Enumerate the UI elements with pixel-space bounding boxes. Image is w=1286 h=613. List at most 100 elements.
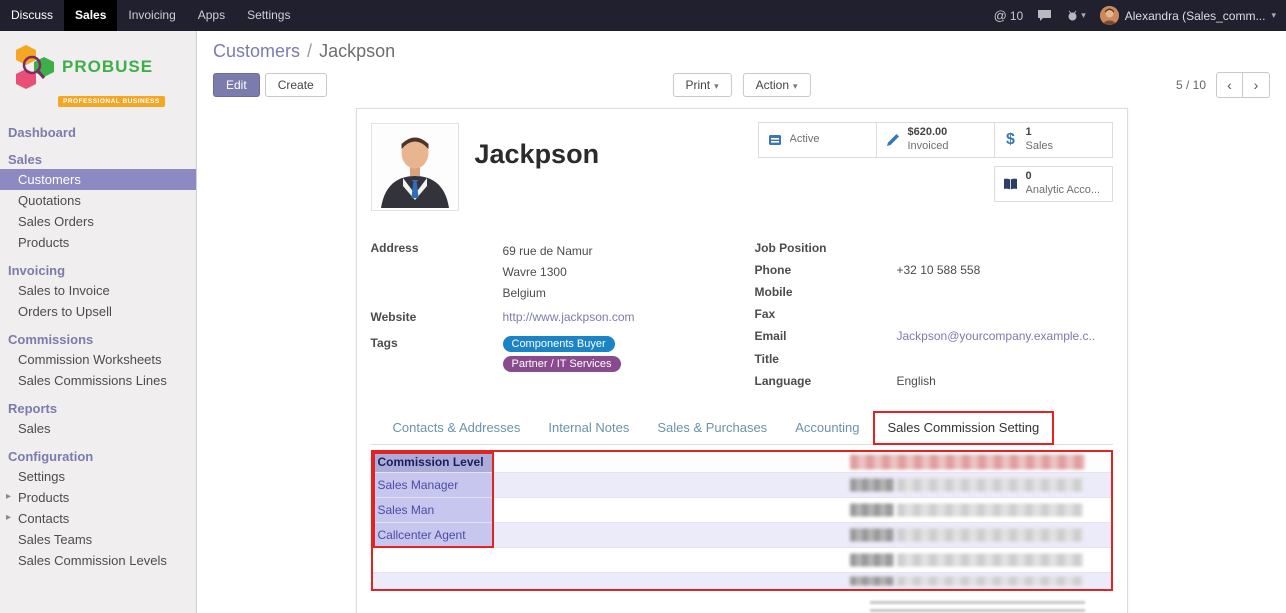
menu-discuss[interactable]: Discuss	[0, 0, 64, 31]
mobile-label: Mobile	[755, 285, 897, 302]
mentions-counter[interactable]: @ 10	[994, 8, 1024, 23]
email-link[interactable]: Jackpson@yourcompany.example.c..	[897, 329, 1096, 343]
pager-previous-button[interactable]: ‹	[1216, 72, 1243, 98]
breadcrumb-customers-link[interactable]: Customers	[213, 41, 300, 61]
sidebar-section-sales[interactable]: Sales	[0, 149, 196, 169]
breadcrumb-current: Jackpson	[319, 41, 395, 61]
sidebar-item-sales-to-invoice[interactable]: Sales to Invoice	[0, 280, 196, 301]
sidebar-item-label: Products	[18, 490, 69, 505]
stat-button-invoiced[interactable]: $620.00 Invoiced	[876, 122, 995, 158]
sidebar-item-config-contacts[interactable]: ▸Contacts	[0, 508, 196, 529]
tag-partner-it-services[interactable]: Partner / IT Services	[503, 356, 621, 372]
fax-label: Fax	[755, 307, 897, 324]
main-content: Customers / Jackpson Edit Create Print▾ …	[197, 31, 1286, 613]
menu-sales[interactable]: Sales	[64, 0, 117, 31]
language-value[interactable]: English	[897, 374, 936, 391]
tab-sales-commission-setting[interactable]: Sales Commission Setting	[874, 412, 1054, 444]
company-logo[interactable]: PROBUSE PROFESSIONAL BUSINESS	[0, 31, 196, 115]
tab-contacts-addresses[interactable]: Contacts & Addresses	[379, 412, 535, 444]
redacted-cell	[850, 504, 894, 517]
stat-button-active[interactable]: Active	[758, 122, 877, 158]
redacted-cell	[897, 577, 1083, 586]
control-panel-buttons: Edit Create Print▾ Action▾ 5 / 10 ‹›	[213, 71, 1270, 98]
stat-label: Invoiced	[908, 140, 949, 154]
cell-empty	[373, 548, 492, 572]
control-panel: Customers / Jackpson Edit Create Print▾ …	[197, 31, 1286, 102]
messages-icon[interactable]	[1037, 9, 1052, 22]
table-empty-row[interactable]	[373, 548, 1111, 573]
sidebar-item-reports-sales[interactable]: Sales	[0, 418, 196, 439]
table-row-callcenter-agent[interactable]: Callcenter Agent	[373, 523, 1111, 548]
redacted-cell	[850, 554, 894, 567]
website-label: Website	[371, 310, 503, 327]
sidebar-item-settings[interactable]: Settings	[0, 466, 196, 487]
sidebar-item-customers[interactable]: Customers	[0, 169, 196, 190]
field-fax: Fax	[755, 307, 1113, 324]
action-dropdown-button[interactable]: Action▾	[743, 73, 811, 97]
edit-button[interactable]: Edit	[213, 73, 260, 97]
language-label: Language	[755, 374, 897, 391]
menu-invoicing[interactable]: Invoicing	[117, 0, 186, 31]
sidebar-item-sales-commission-levels[interactable]: Sales Commission Levels	[0, 550, 196, 571]
top-navbar: Discuss Sales Invoicing Apps Settings @ …	[0, 0, 1286, 31]
tag-components-buyer[interactable]: Components Buyer	[503, 336, 615, 352]
stat-value: $620.00	[908, 126, 949, 140]
at-icon: @	[994, 8, 1007, 23]
pager-value: 5 / 10	[1176, 78, 1206, 92]
pager-next-button[interactable]: ›	[1243, 72, 1270, 98]
sidebar-section-reports[interactable]: Reports	[0, 398, 196, 418]
create-button[interactable]: Create	[265, 73, 327, 97]
address-label: Address	[371, 241, 503, 304]
bug-glyph-icon	[1066, 9, 1079, 22]
sidebar-item-commission-worksheets[interactable]: Commission Worksheets	[0, 349, 196, 370]
redacted-cell	[850, 577, 894, 586]
redacted-cell	[897, 504, 1083, 517]
cell-commission-level[interactable]: Sales Man	[373, 498, 492, 522]
pencil-icon	[884, 133, 902, 147]
stat-buttons: Active $620.00 Invoiced	[759, 123, 1113, 211]
print-dropdown-button[interactable]: Print▾	[672, 73, 731, 97]
caret-down-icon: ▾	[714, 81, 719, 91]
user-menu[interactable]: Alexandra (Sales_comm... ▾	[1100, 6, 1276, 25]
sidebar-item-products[interactable]: Products	[0, 232, 196, 253]
stat-button-sales[interactable]: $ 1 Sales	[994, 122, 1113, 158]
menu-apps[interactable]: Apps	[187, 0, 236, 31]
tags-value: Components Buyer Partner / IT Services	[503, 336, 625, 376]
table-row-sales-man[interactable]: Sales Man	[373, 498, 1111, 523]
caret-down-icon: ▾	[793, 81, 798, 91]
customer-photo[interactable]	[371, 123, 459, 211]
tab-sales-purchases[interactable]: Sales & Purchases	[643, 412, 781, 444]
stat-label: Active	[790, 133, 820, 147]
tab-internal-notes[interactable]: Internal Notes	[534, 412, 643, 444]
sidebar-item-sales-orders[interactable]: Sales Orders	[0, 211, 196, 232]
column-header-commission-level[interactable]: Commission Level	[373, 452, 492, 472]
stat-button-analytic-accounts[interactable]: 0 Analytic Acco...	[994, 166, 1113, 202]
tab-accounting[interactable]: Accounting	[781, 412, 873, 444]
app-body: PROBUSE PROFESSIONAL BUSINESS Dashboard …	[0, 31, 1286, 613]
stat-label: Analytic Acco...	[1026, 184, 1101, 198]
sidebar-section-commissions[interactable]: Commissions	[0, 329, 196, 349]
sidebar-section-dashboard[interactable]: Dashboard	[0, 122, 196, 142]
redacted-line	[870, 601, 1085, 604]
cell-empty	[373, 573, 492, 589]
field-phone: Phone +32 10 588 558	[755, 263, 1113, 280]
table-row-sales-manager[interactable]: Sales Manager	[373, 473, 1111, 498]
address-street: 69 rue de Namur	[503, 241, 593, 262]
sidebar-item-quotations[interactable]: Quotations	[0, 190, 196, 211]
sidebar-section-invoicing[interactable]: Invoicing	[0, 260, 196, 280]
cell-commission-level[interactable]: Callcenter Agent	[373, 523, 492, 547]
debug-icon[interactable]: ▾	[1066, 9, 1086, 22]
sidebar-item-orders-to-upsell[interactable]: Orders to Upsell	[0, 301, 196, 322]
sidebar-section-configuration[interactable]: Configuration	[0, 446, 196, 466]
menu-settings[interactable]: Settings	[236, 0, 301, 31]
sidebar-item-sales-commissions-lines[interactable]: Sales Commissions Lines	[0, 370, 196, 391]
phone-value[interactable]: +32 10 588 558	[897, 263, 981, 280]
book-icon	[1002, 178, 1020, 191]
sidebar-item-sales-teams[interactable]: Sales Teams	[0, 529, 196, 550]
logo-hexagons-icon	[12, 43, 56, 91]
field-mobile: Mobile	[755, 285, 1113, 302]
sidebar-item-config-products[interactable]: ▸Products	[0, 487, 196, 508]
cell-commission-level[interactable]: Sales Manager	[373, 473, 492, 497]
website-link[interactable]: http://www.jackpson.com	[503, 310, 635, 324]
address-value[interactable]: 69 rue de Namur Wavre 1300 Belgium	[503, 241, 593, 304]
